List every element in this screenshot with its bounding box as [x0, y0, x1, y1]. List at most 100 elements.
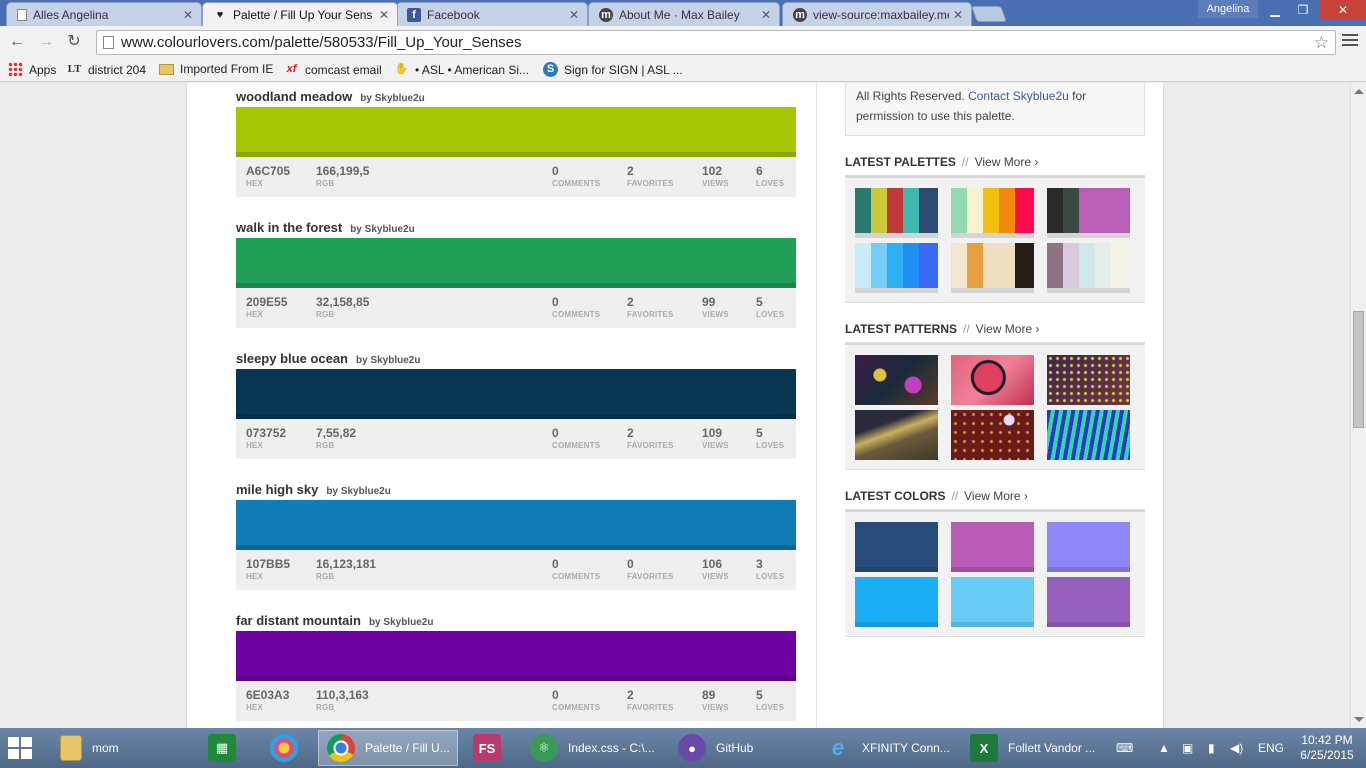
color-name-link[interactable]: far distant mountain [236, 613, 361, 628]
taskbar-item-picture-viewer[interactable] [262, 730, 312, 766]
address-bar[interactable]: www.colourlovers.com/palette/580533/Fill… [96, 30, 1336, 55]
close-icon[interactable]: ✕ [183, 8, 193, 22]
taskbar-item-xfinity[interactable]: e XFINITY Conn... [816, 730, 956, 766]
maximize-button[interactable]: ❐ [1290, 0, 1316, 20]
palette-swatch [887, 188, 903, 233]
bookmark-comcast-email[interactable]: xf comcast email [284, 62, 382, 77]
pattern-thumbnail[interactable] [1047, 410, 1130, 460]
color-thumbnail[interactable] [855, 577, 938, 627]
palette-thumbnail[interactable] [855, 188, 938, 238]
forward-arrow-icon[interactable]: → [36, 32, 56, 52]
stat-rgb: 7,55,82 RGB [316, 426, 356, 450]
color-swatch[interactable] [236, 369, 796, 419]
pattern-thumbnail[interactable] [855, 410, 938, 460]
close-icon[interactable]: ✕ [569, 8, 579, 22]
palette-swatch [983, 188, 999, 233]
color-thumbnail[interactable] [1047, 522, 1130, 572]
palette-thumbnail[interactable] [855, 243, 938, 293]
author-link[interactable]: Skyblue2u [375, 93, 425, 104]
color-name-link[interactable]: woodland meadow [236, 89, 352, 104]
palette-thumbnail[interactable] [951, 243, 1034, 293]
taskbar-item-excel[interactable]: X Follett Vandor ... [962, 730, 1102, 766]
close-icon[interactable]: ✕ [379, 8, 389, 22]
contact-author-link[interactable]: Contact Skyblue2u [968, 89, 1069, 103]
color-thumbnail[interactable] [951, 577, 1034, 627]
palette-thumbnail[interactable] [951, 188, 1034, 238]
stat-value: 107BB5 [246, 557, 291, 571]
page-scrollbar[interactable] [1350, 83, 1366, 728]
bookmark-imported-from-ie[interactable]: Imported From IE [159, 62, 273, 76]
bookmark-asl[interactable]: ✋ • ASL • American Si... [394, 62, 529, 77]
author-link[interactable]: Skyblue2u [365, 224, 415, 235]
action-center-icon[interactable]: ▣ [1182, 728, 1193, 768]
bookmark-sign-for-sign[interactable]: S Sign for SIGN | ASL ... [543, 62, 683, 77]
palette-thumbnail[interactable] [1047, 188, 1130, 238]
author-link[interactable]: Skyblue2u [341, 486, 391, 497]
taskbar-item-store[interactable]: ▦ [200, 730, 250, 766]
scroll-up-arrow-icon[interactable] [1354, 89, 1364, 94]
taskbar-item-atom[interactable]: ⚛ Index.css - C:\... [522, 730, 662, 766]
author-link[interactable]: Skyblue2u [383, 617, 433, 628]
scroll-down-arrow-icon[interactable] [1354, 717, 1364, 722]
pattern-thumbnail[interactable] [1047, 355, 1130, 405]
view-more-link[interactable]: View More › [964, 489, 1028, 503]
chrome-menu-icon[interactable] [1342, 34, 1358, 50]
back-arrow-icon[interactable]: ← [7, 32, 27, 52]
color-thumbnail[interactable] [1047, 577, 1130, 627]
color-name-link[interactable]: mile high sky [236, 482, 318, 497]
tray-expand-icon[interactable]: ▲ [1158, 728, 1170, 768]
minimize-button[interactable]: ▁ [1262, 0, 1288, 20]
view-more-link[interactable]: View More › [975, 155, 1039, 169]
color-thumbnail[interactable] [951, 522, 1034, 572]
taskbar-label: Index.css - C:\... [568, 741, 655, 755]
palette-swatch [951, 188, 967, 233]
battery-icon[interactable]: ▮ [1208, 728, 1215, 768]
color-author: by Skyblue2u [360, 93, 424, 104]
pattern-thumbnail[interactable] [951, 355, 1034, 405]
profile-badge[interactable]: Angelina [1198, 0, 1258, 18]
reload-icon[interactable]: ↻ [64, 32, 84, 52]
color-thumbnail[interactable] [855, 522, 938, 572]
new-tab-button[interactable] [971, 6, 1007, 22]
tab-facebook[interactable]: f Facebook ✕ [396, 2, 588, 26]
taskbar-item-github[interactable]: ● GitHub [670, 730, 810, 766]
taskbar-item-chrome[interactable]: Palette / Fill U... [318, 730, 458, 766]
tab-about-me[interactable]: m About Me · Max Bailey ✕ [588, 2, 780, 26]
window-close-button[interactable]: ✕ [1320, 0, 1366, 20]
volume-icon[interactable]: ◀) [1230, 728, 1243, 768]
bookmark-apps[interactable]: Apps [8, 62, 56, 77]
stat-loves: 5 LOVES [756, 688, 784, 712]
taskbar-item-fs[interactable]: FS [465, 730, 515, 766]
pattern-thumbnail[interactable] [855, 355, 938, 405]
close-icon[interactable]: ✕ [761, 8, 771, 22]
author-link[interactable]: Skyblue2u [370, 355, 420, 366]
bookmark-district-204[interactable]: LT district 204 [67, 62, 146, 77]
color-swatch[interactable] [236, 238, 796, 288]
pattern-thumbnail[interactable] [951, 410, 1034, 460]
windows-start-icon[interactable] [8, 737, 34, 759]
latest-colors-box [845, 509, 1145, 637]
color-swatch[interactable] [236, 631, 796, 681]
taskbar-item-mom[interactable]: mom [52, 730, 202, 766]
palette-thumbnail[interactable] [1047, 243, 1130, 293]
tab-alles-angelina[interactable]: Alles Angelina ✕ [6, 2, 202, 26]
xf-icon: xf [286, 63, 297, 75]
bookmark-star-icon[interactable]: ☆ [1314, 31, 1329, 54]
keyboard-icon[interactable]: ⌨ [1116, 728, 1133, 768]
stat-label: RGB [316, 441, 335, 450]
view-more-link[interactable]: View More › [976, 322, 1040, 336]
color-name-link[interactable]: sleepy blue ocean [236, 351, 348, 366]
color-swatch[interactable] [236, 107, 796, 157]
tab-palette[interactable]: ♥ Palette / Fill Up Your Sens ✕ [202, 2, 398, 26]
close-icon[interactable]: ✕ [953, 8, 963, 22]
taskbar-label: mom [92, 741, 119, 755]
language-indicator[interactable]: ENG [1258, 728, 1284, 768]
system-clock[interactable]: 10:42 PM 6/25/2015 [1292, 733, 1362, 763]
tab-view-source[interactable]: m view-source:maxbailey.me ✕ [782, 2, 972, 26]
color-swatch[interactable] [236, 500, 796, 550]
palette-swatch [1111, 188, 1130, 233]
colourlovers-heart-icon: ♥ [216, 8, 224, 21]
color-name-link[interactable]: walk in the forest [236, 220, 342, 235]
scrollbar-thumb[interactable] [1353, 311, 1364, 428]
stat-hex: 209E55 HEX [246, 295, 287, 319]
